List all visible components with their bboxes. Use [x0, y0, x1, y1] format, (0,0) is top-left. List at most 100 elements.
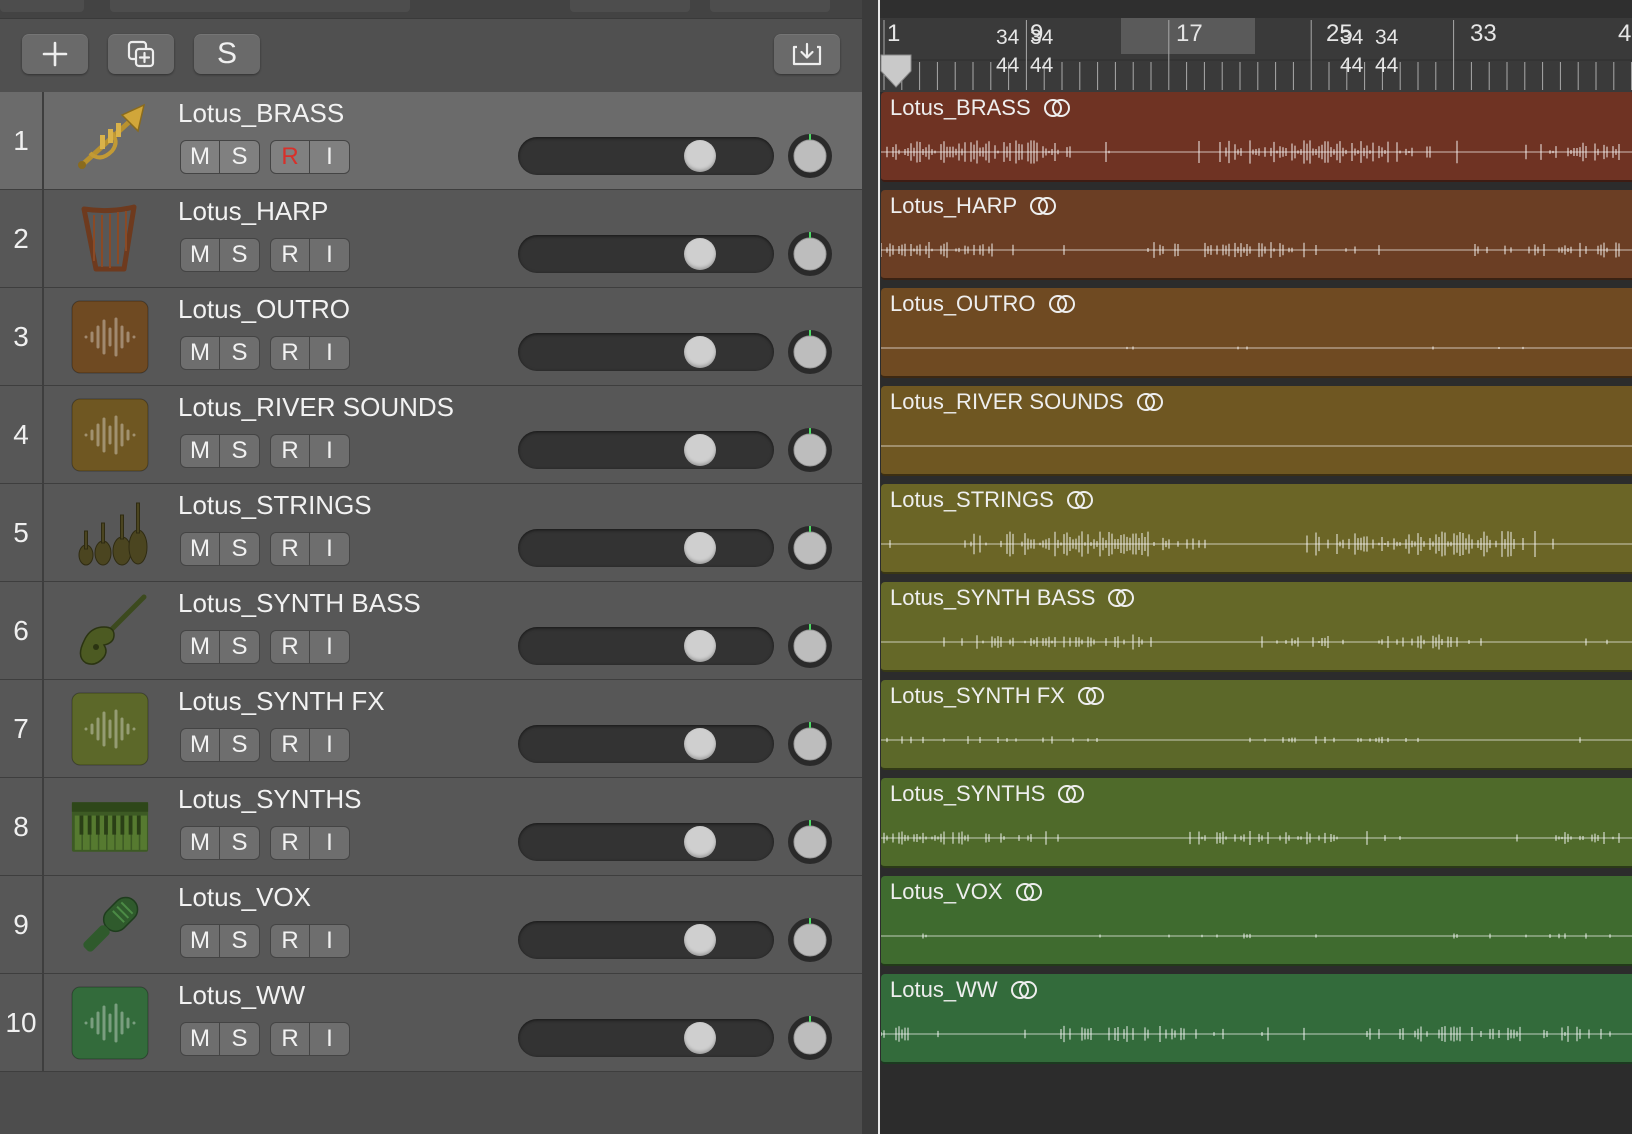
input-monitor-button[interactable]: I — [310, 1022, 350, 1056]
volume-slider[interactable] — [518, 725, 774, 763]
audio-region[interactable]: Lotus_STRINGS — [881, 484, 1632, 574]
record-enable-button[interactable]: R — [270, 532, 310, 566]
record-enable-button[interactable]: R — [270, 336, 310, 370]
pan-knob[interactable] — [786, 1014, 834, 1062]
waveform-icon[interactable] — [70, 986, 150, 1060]
track-header[interactable]: 5 Lotus_STRINGS M S R I — [0, 484, 862, 583]
solo-button[interactable]: S — [220, 728, 260, 762]
track-name[interactable]: Lotus_HARP — [178, 196, 328, 227]
audio-region[interactable]: Lotus_WW — [881, 974, 1632, 1064]
volume-slider-handle[interactable] — [684, 1022, 716, 1054]
input-monitor-button[interactable]: I — [310, 434, 350, 468]
volume-slider-handle[interactable] — [684, 140, 716, 172]
track-header[interactable]: 9 Lotus_VOX M S R I — [0, 876, 862, 975]
solo-button[interactable]: S — [220, 1022, 260, 1056]
volume-slider-handle[interactable] — [684, 826, 716, 858]
track-name[interactable]: Lotus_VOX — [178, 882, 311, 913]
microphone-icon[interactable] — [70, 888, 150, 962]
mute-button[interactable]: M — [180, 532, 220, 566]
input-monitor-button[interactable]: I — [310, 924, 350, 958]
mute-button[interactable]: M — [180, 728, 220, 762]
keyboard-icon[interactable] — [70, 790, 150, 864]
solo-button[interactable]: S — [220, 532, 260, 566]
track-header[interactable]: 7 Lotus_SYNTH FX M S R I — [0, 680, 862, 779]
empty-track-area[interactable] — [0, 1072, 862, 1134]
audio-region[interactable]: Lotus_BRASS — [881, 92, 1632, 182]
global-solo-button[interactable]: S — [194, 34, 260, 74]
track-header[interactable]: 8 Lotus_SYNTHS M S R I — [0, 778, 862, 877]
track-header[interactable]: 1 Lotus_BRASS M S R I — [0, 92, 862, 191]
volume-slider-handle[interactable] — [684, 434, 716, 466]
volume-slider-handle[interactable] — [684, 728, 716, 760]
solo-button[interactable]: S — [220, 336, 260, 370]
add-track-button[interactable] — [22, 34, 88, 74]
input-monitor-button[interactable]: I — [310, 238, 350, 272]
solo-button[interactable]: S — [220, 630, 260, 664]
track-name[interactable]: Lotus_STRINGS — [178, 490, 372, 521]
volume-slider[interactable] — [518, 333, 774, 371]
track-name[interactable]: Lotus_BRASS — [178, 98, 344, 129]
solo-button[interactable]: S — [220, 826, 260, 860]
track-header[interactable]: 6 Lotus_SYNTH BASS M S R I — [0, 582, 862, 681]
solo-button[interactable]: S — [220, 924, 260, 958]
pan-knob[interactable] — [786, 426, 834, 474]
mute-button[interactable]: M — [180, 924, 220, 958]
solo-button[interactable]: S — [220, 434, 260, 468]
input-monitor-button[interactable]: I — [310, 336, 350, 370]
solo-button[interactable]: S — [220, 238, 260, 272]
pan-knob[interactable] — [786, 720, 834, 768]
volume-slider[interactable] — [518, 431, 774, 469]
audio-region[interactable]: Lotus_OUTRO — [881, 288, 1632, 378]
volume-slider[interactable] — [518, 235, 774, 273]
track-name[interactable]: Lotus_WW — [178, 980, 305, 1011]
record-enable-button[interactable]: R — [270, 826, 310, 860]
volume-slider[interactable] — [518, 137, 774, 175]
input-monitor-button[interactable]: I — [310, 532, 350, 566]
input-monitor-button[interactable]: I — [310, 826, 350, 860]
mute-button[interactable]: M — [180, 630, 220, 664]
track-name[interactable]: Lotus_RIVER SOUNDS — [178, 392, 454, 423]
waveform-icon[interactable] — [70, 300, 150, 374]
volume-slider-handle[interactable] — [684, 924, 716, 956]
mute-button[interactable]: M — [180, 434, 220, 468]
audio-region[interactable]: Lotus_SYNTH FX — [881, 680, 1632, 770]
mute-button[interactable]: M — [180, 140, 220, 174]
mute-button[interactable]: M — [180, 238, 220, 272]
input-monitor-button[interactable]: I — [310, 140, 350, 174]
volume-slider-handle[interactable] — [684, 238, 716, 270]
volume-slider[interactable] — [518, 529, 774, 567]
track-header[interactable]: 2 Lotus_HARP M S R I — [0, 190, 862, 289]
volume-slider[interactable] — [518, 823, 774, 861]
volume-slider-handle[interactable] — [684, 630, 716, 662]
audio-region[interactable]: Lotus_SYNTH BASS — [881, 582, 1632, 672]
record-enable-button[interactable]: R — [270, 728, 310, 762]
pan-knob[interactable] — [786, 916, 834, 964]
input-monitor-button[interactable]: I — [310, 630, 350, 664]
timeline-area[interactable]: 1 9 17 25 33 4 34 44 34 44 34 44 34 44 L… — [878, 0, 1632, 1134]
pan-knob[interactable] — [786, 132, 834, 180]
audio-region[interactable]: Lotus_HARP — [881, 190, 1632, 280]
track-header[interactable]: 4 Lotus_RIVER SOUNDS M S R I — [0, 386, 862, 485]
playhead-handle-icon[interactable] — [878, 52, 914, 88]
track-name[interactable]: Lotus_SYNTH BASS — [178, 588, 421, 619]
track-name[interactable]: Lotus_SYNTH FX — [178, 686, 385, 717]
track-name[interactable]: Lotus_OUTRO — [178, 294, 350, 325]
pan-knob[interactable] — [786, 818, 834, 866]
solo-button[interactable]: S — [220, 140, 260, 174]
volume-slider[interactable] — [518, 1019, 774, 1057]
bass-guitar-icon[interactable] — [70, 594, 150, 668]
panel-divider[interactable] — [862, 0, 878, 1134]
record-enable-button[interactable]: R — [270, 238, 310, 272]
input-monitor-button[interactable]: I — [310, 728, 350, 762]
record-enable-button[interactable]: R — [270, 630, 310, 664]
audio-region[interactable]: Lotus_VOX — [881, 876, 1632, 966]
duplicate-track-button[interactable] — [108, 34, 174, 74]
audio-region[interactable]: Lotus_SYNTHS — [881, 778, 1632, 868]
track-header[interactable]: 10 Lotus_WW M S R I — [0, 974, 862, 1073]
record-enable-button[interactable]: R — [270, 1022, 310, 1056]
trumpet-icon[interactable] — [70, 103, 150, 178]
pan-knob[interactable] — [786, 622, 834, 670]
strings-icon[interactable] — [70, 496, 150, 570]
volume-slider-handle[interactable] — [684, 336, 716, 368]
record-enable-button[interactable]: R — [270, 924, 310, 958]
